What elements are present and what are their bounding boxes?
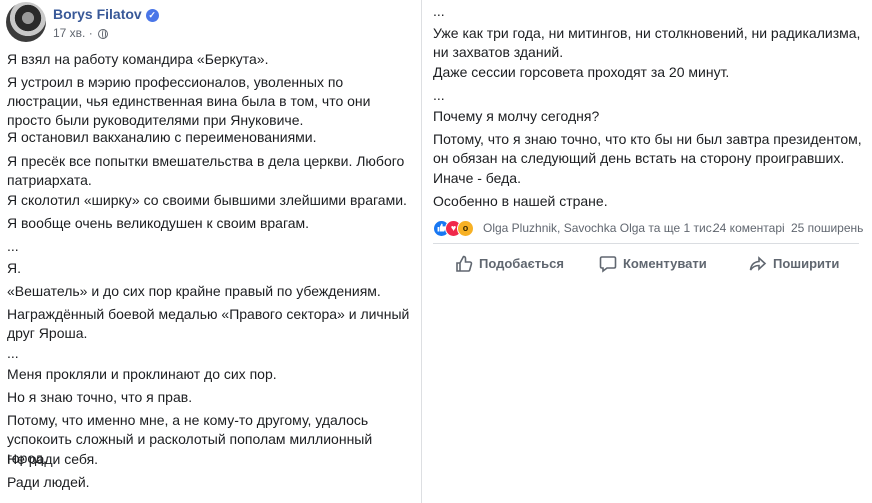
post-paragraph: Даже сессии горсовета проходят за 20 мин…	[433, 64, 730, 80]
comment-button-label: Коментувати	[623, 256, 707, 271]
post-paragraph: Я устроил в мэрию профессионалов, уволен…	[7, 74, 371, 128]
shares-count[interactable]: 25 поширень	[791, 221, 863, 235]
like-button-label: Подобається	[479, 256, 564, 271]
post-paragraph: Меня прокляли и проклинают до сих пор.	[7, 366, 277, 382]
post-paragraph: Потому, что я знаю точно, что кто бы ни …	[433, 131, 862, 166]
post-paragraph: ...	[7, 345, 19, 361]
post-paragraph: Я остановил вакханалию с переименованиям…	[7, 129, 317, 145]
post-paragraph: ...	[433, 87, 445, 103]
avatar[interactable]	[6, 2, 46, 42]
share-button-label: Поширити	[773, 256, 840, 271]
comment-bubble-icon	[599, 256, 617, 273]
post-header: Borys Filatov ✓ 17 хв. ·	[6, 2, 406, 42]
column-divider	[421, 0, 422, 503]
post-paragraph: Но я знаю точно, что я прав.	[7, 389, 193, 405]
like-button[interactable]: Подобається	[455, 250, 564, 278]
share-button[interactable]: Поширити	[749, 250, 839, 278]
post-paragraph: Ради людей.	[7, 474, 90, 490]
post-paragraph: Я.	[7, 260, 21, 276]
post-paragraph: ...	[433, 3, 445, 19]
author-name-link[interactable]: Borys Filatov ✓	[53, 6, 159, 22]
divider	[433, 243, 859, 244]
post-paragraph: Не ради себя.	[7, 451, 99, 467]
post-actions: Подобається Коментувати Поширити	[433, 250, 859, 278]
wow-icon[interactable]: o	[457, 220, 474, 237]
thumbs-up-icon	[456, 255, 473, 272]
post-paragraph: Уже как три года, ни митингов, ни столкн…	[433, 25, 861, 60]
comment-button[interactable]: Коментувати	[599, 250, 707, 278]
reaction-names[interactable]: Olga Pluzhnik, Savochka Olga та ще 1 тис…	[483, 221, 715, 235]
post-paragraph: Я пресёк все попытки вмешательства в дел…	[7, 153, 405, 188]
verified-badge-icon: ✓	[145, 9, 159, 22]
comments-count[interactable]: 24 коментарі	[713, 221, 785, 235]
public-globe-icon[interactable]	[98, 29, 109, 39]
reaction-icons[interactable]: ♥ o	[433, 220, 479, 237]
post-paragraph: Я вообще очень великодушен к своим врага…	[7, 215, 310, 231]
reactions-bar: ♥ o Olga Pluzhnik, Savochka Olga та ще 1…	[433, 220, 865, 237]
post-paragraph: Почему я молчу сегодня?	[433, 108, 600, 124]
share-arrow-icon	[749, 256, 767, 271]
post-paragraph: Я сколотил «ширку» со своими бывшими зле…	[7, 192, 407, 208]
post-meta: 17 хв. ·	[53, 26, 109, 40]
post-paragraph: «Вешатель» и до сих пор крайне правый по…	[7, 283, 381, 299]
post-timestamp[interactable]: 17 хв.	[53, 26, 85, 40]
post-paragraph: Особенно в нашей стране.	[433, 193, 608, 209]
author-name[interactable]: Borys Filatov	[53, 6, 142, 22]
post-paragraph: Иначе - беда.	[433, 170, 521, 186]
post-paragraph: Я взял на работу командира «Беркута».	[7, 51, 269, 67]
post-paragraph: ...	[7, 238, 19, 254]
post-paragraph: Награждённый боевой медалью «Правого сек…	[7, 306, 410, 341]
